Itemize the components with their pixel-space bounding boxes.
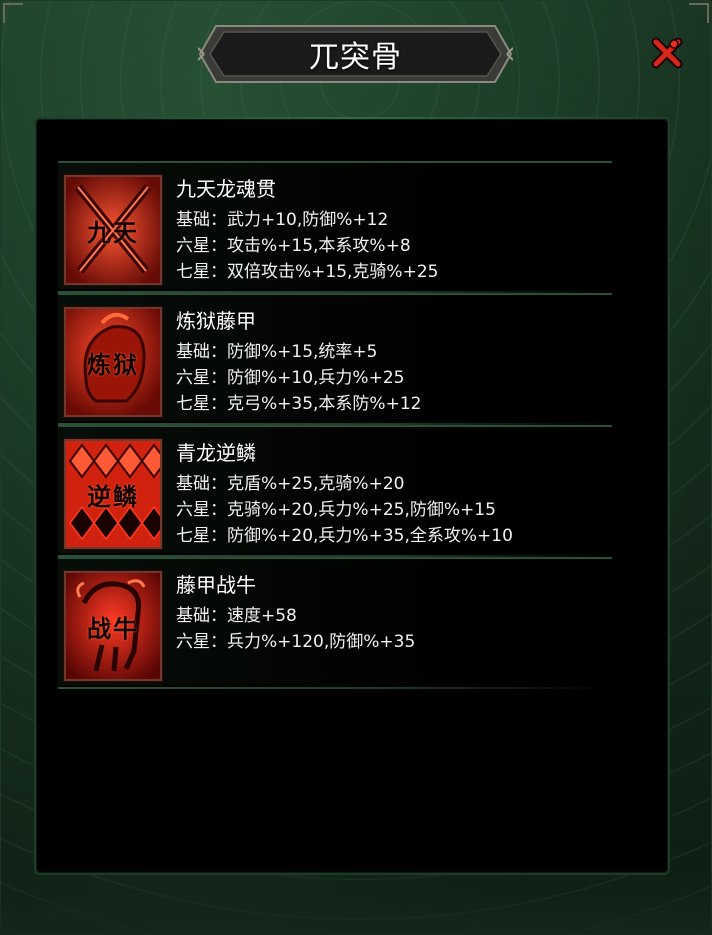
item-name: 青龙逆鳞 bbox=[176, 441, 256, 465]
item-icon-frame: 逆鳞 bbox=[64, 439, 162, 549]
treasure-list-panel: 九天 九天龙魂贯 基础：武力+10,防御%+12 六星：攻击%+15,本系攻%+… bbox=[34, 117, 670, 875]
list-item[interactable]: 九天 九天龙魂贯 基础：武力+10,防御%+12 六星：攻击%+15,本系攻%+… bbox=[58, 161, 612, 293]
item-icon-label: 战牛 bbox=[87, 614, 139, 643]
stat-base: 基础：防御%+15,统率+5 bbox=[176, 342, 378, 362]
item-name: 九天龙魂贯 bbox=[176, 177, 276, 201]
stat-six-star: 六星：克骑%+20,兵力%+25,防御%+15 bbox=[176, 500, 496, 520]
list-item[interactable]: 战牛 藤甲战牛 基础：速度+58 六星：兵力%+120,防御%+35 bbox=[58, 557, 612, 689]
close-icon bbox=[651, 37, 683, 69]
stat-base: 基础：速度+58 bbox=[176, 606, 297, 626]
bottom-decoration bbox=[0, 865, 712, 935]
page-title: 兀突骨 bbox=[309, 40, 402, 75]
list-item[interactable]: 炼狱 炼狱藤甲 基础：防御%+15,统率+5 六星：防御%+10,兵力%+25 … bbox=[58, 293, 612, 425]
stat-six-star: 六星：兵力%+120,防御%+35 bbox=[176, 632, 416, 652]
item-icon-frame: 战牛 bbox=[64, 571, 162, 681]
item-icon-label: 逆鳞 bbox=[87, 482, 139, 511]
title-plate: 兀突骨 bbox=[198, 22, 513, 86]
item-name: 炼狱藤甲 bbox=[176, 309, 256, 333]
item-name: 藤甲战牛 bbox=[176, 573, 256, 597]
item-icon-label: 炼狱 bbox=[87, 350, 139, 379]
stat-six-star: 六星：攻击%+15,本系攻%+8 bbox=[176, 236, 411, 256]
frame-corner-ornament bbox=[3, 3, 23, 23]
stat-seven-star: 七星：防御%+20,兵力%+35,全系攻%+10 bbox=[176, 526, 513, 546]
item-icon-frame: 炼狱 bbox=[64, 307, 162, 417]
stat-base: 基础：克盾%+25,克骑%+20 bbox=[176, 474, 405, 494]
stat-base: 基础：武力+10,防御%+12 bbox=[176, 210, 389, 230]
stat-seven-star: 七星：双倍攻击%+15,克骑%+25 bbox=[176, 262, 439, 282]
close-button[interactable] bbox=[648, 34, 686, 72]
item-icon-label: 九天 bbox=[87, 218, 139, 247]
frame-corner-ornament bbox=[689, 3, 709, 23]
list-item[interactable]: 逆鳞 青龙逆鳞 基础：克盾%+25,克骑%+20 六星：克骑%+20,兵力%+2… bbox=[58, 425, 612, 557]
stat-seven-star: 七星：克弓%+35,本系防%+12 bbox=[176, 394, 422, 414]
stat-six-star: 六星：防御%+10,兵力%+25 bbox=[176, 368, 405, 388]
item-icon-frame: 九天 bbox=[64, 175, 162, 285]
